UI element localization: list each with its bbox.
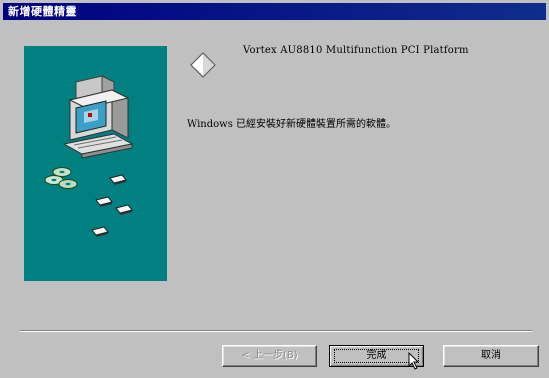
mouse-cursor-icon bbox=[408, 351, 420, 370]
back-button-label: < 上一步(B) bbox=[241, 350, 298, 361]
cancel-button[interactable]: 取消 bbox=[443, 345, 539, 367]
diamond-icon bbox=[190, 52, 216, 78]
wizard-illustration bbox=[24, 46, 167, 281]
title-bar[interactable]: 新增硬體精靈 bbox=[3, 3, 546, 20]
computer-with-cds-icon bbox=[44, 75, 134, 237]
wizard-window: 新增硬體精靈 Vortex AU8810 Multifunction PCI P… bbox=[0, 0, 549, 378]
cancel-button-label: 取消 bbox=[481, 350, 501, 361]
finish-button-label: 完成 bbox=[366, 350, 387, 361]
button-separator bbox=[20, 330, 532, 332]
install-complete-message: Windows 已經安裝好新硬體裝置所需的軟體。 bbox=[187, 119, 397, 130]
window-title: 新增硬體精靈 bbox=[8, 5, 77, 18]
back-button[interactable]: < 上一步(B) bbox=[222, 345, 317, 367]
device-name: Vortex AU8810 Multifunction PCI Platform bbox=[243, 45, 469, 56]
